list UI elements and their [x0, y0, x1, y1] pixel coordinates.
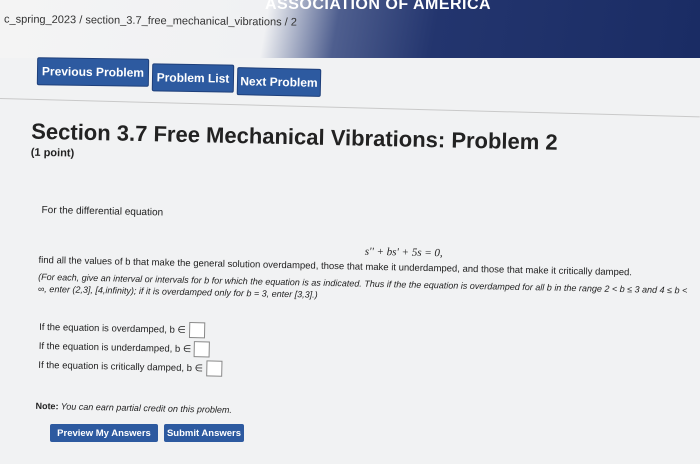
underdamped-label: If the equation is underdamped, b ∈	[38, 340, 192, 355]
problem-content: Section 3.7 Free Mechanical Vibrations: …	[0, 0, 700, 464]
differential-equation: s'' + bs' + 5s = 0,	[364, 245, 443, 260]
underdamped-row: If the equation is underdamped, b ∈	[39, 338, 211, 358]
critically-damped-row: If the equation is critically damped, b …	[38, 357, 223, 377]
critically-damped-input[interactable]	[205, 360, 223, 377]
page-title: Section 3.7 Free Mechanical Vibrations: …	[30, 118, 558, 155]
note-text: You can earn partial credit on this prob…	[58, 401, 233, 415]
preview-answers-button[interactable]: Preview My Answers	[50, 424, 158, 442]
overdamped-row: If the equation is overdamped, b ∈	[39, 319, 205, 339]
underdamped-input[interactable]	[194, 341, 211, 358]
problem-points: (1 point)	[30, 146, 75, 160]
overdamped-label: If the equation is overdamped, b ∈	[39, 321, 186, 336]
note-label: Note:	[35, 400, 59, 412]
problem-prompt: For the differential equation	[41, 204, 164, 219]
overdamped-input[interactable]	[188, 322, 205, 339]
critically-damped-label: If the equation is critically damped, b …	[38, 359, 204, 374]
submit-answers-button[interactable]: Submit Answers	[164, 424, 244, 442]
partial-credit-note: Note: You can earn partial credit on thi…	[35, 401, 232, 415]
